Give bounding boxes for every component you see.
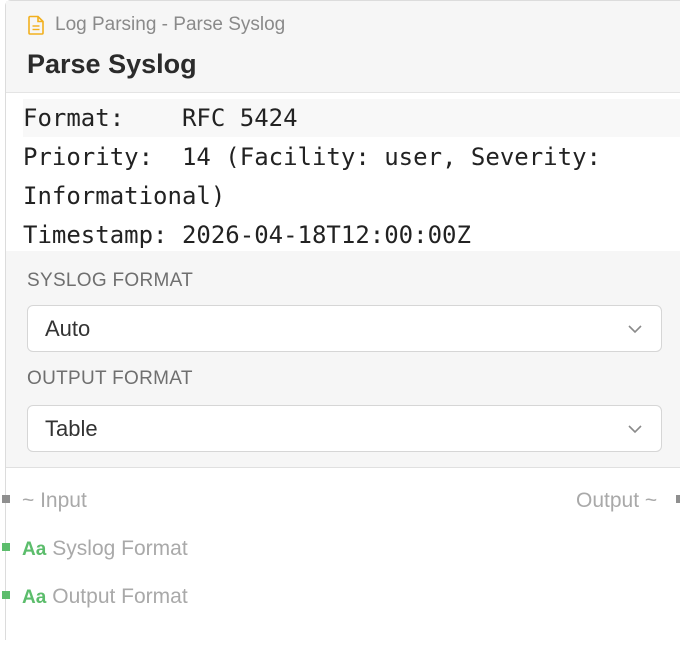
input-port-label: ~ Input [22,489,87,512]
output-format-label: OUTPUT FORMAT [27,368,193,389]
output-line-format: Format: RFC 5424 [23,99,680,137]
output-format-select[interactable]: Table [27,405,662,452]
node-title: Parse Syslog [27,49,197,79]
syslog-format-port: Aa Syslog Format [22,537,188,561]
output-port-label: Output ~ [576,489,658,512]
input-port-handle[interactable] [2,495,10,503]
output-line-priority: Priority: 14 (Facility: user, Severity: [23,143,601,171]
output-format-value: Table [45,416,98,441]
output-format-port: Aa Output Format [22,585,188,609]
breadcrumb: Log Parsing - Parse Syslog [28,14,285,36]
syslog-format-label: SYSLOG FORMAT [27,270,194,291]
breadcrumb-text: Log Parsing - Parse Syslog [55,14,286,35]
output-port-handle[interactable] [676,495,680,503]
syslog-format-select[interactable]: Auto [27,305,662,352]
text-type-badge: Aa [22,587,47,608]
parsed-output-preview: Format: RFC 5424 Priority: 14 (Facility:… [6,93,680,251]
parse-syslog-node[interactable]: Log Parsing - Parse Syslog Parse Syslog … [5,0,680,667]
node-header[interactable]: Log Parsing - Parse Syslog Parse Syslog [6,1,680,93]
output-format-port-label: Output Format [52,585,188,608]
chevron-down-icon [627,321,643,337]
node-ports: ~ Input Output ~ Aa Syslog Format Aa Outpu… [6,467,680,667]
output-line-priority-cont: Informational) [23,182,226,210]
chevron-down-icon [627,421,643,437]
syslog-format-value: Auto [45,316,91,341]
text-type-badge: Aa [22,539,47,560]
document-icon [28,15,45,35]
output-line-timestamp: Timestamp: 2026-04-18T12:00:00Z [23,221,471,249]
syslog-format-port-label: Syslog Format [52,537,188,560]
output-format-port-handle[interactable] [2,591,10,599]
syslog-format-port-handle[interactable] [2,543,10,551]
